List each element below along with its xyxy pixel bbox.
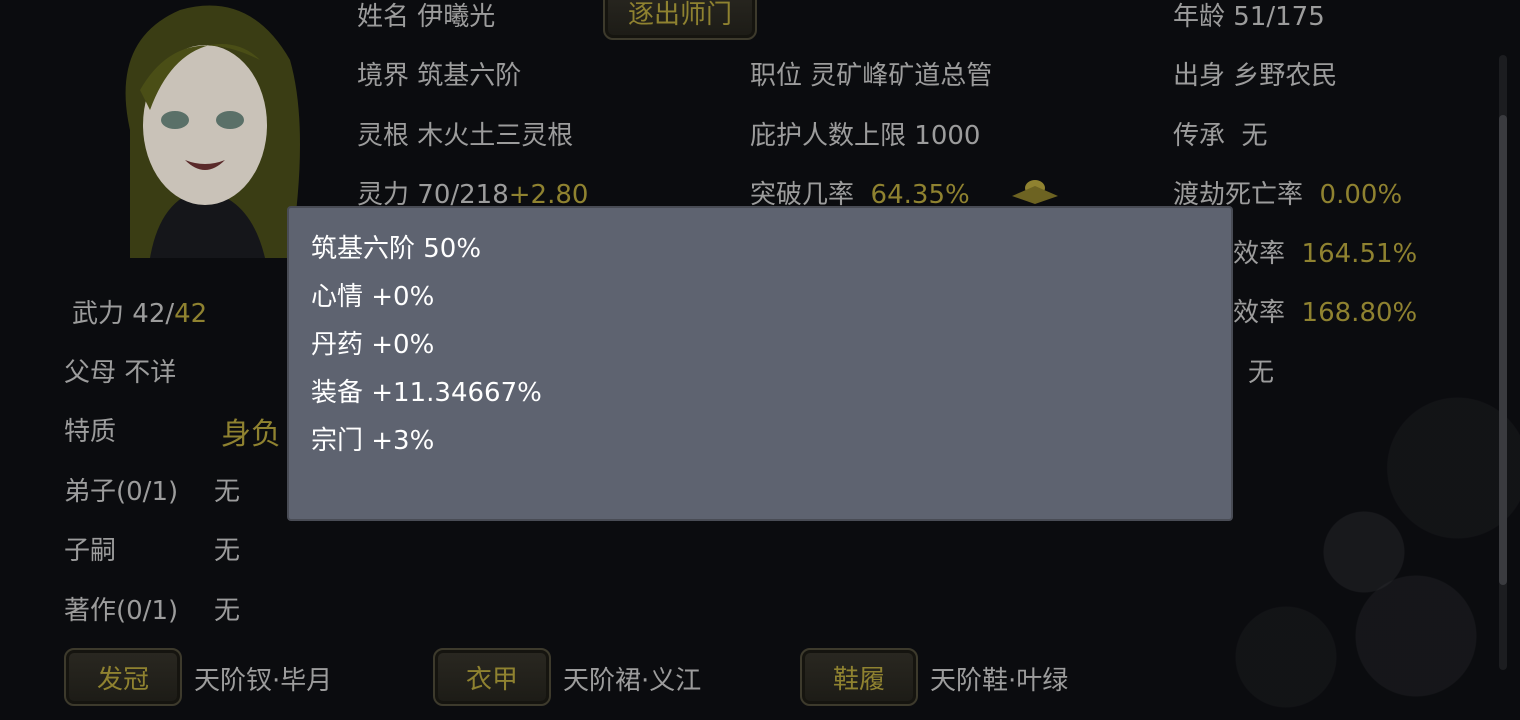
protect-row: 庇护人数上限 1000	[750, 115, 980, 152]
character-portrait	[90, 0, 320, 258]
position-value: 灵矿峰矿道总管	[810, 61, 993, 91]
inherit-label: 传承	[1173, 121, 1226, 151]
realm-row: 境界 筑基六阶	[357, 55, 521, 92]
trait-value[interactable]: 身负	[221, 409, 281, 453]
force-max: 42	[174, 299, 208, 329]
protect-value: 1000	[914, 121, 981, 151]
realm-value: 筑基六阶	[417, 61, 522, 91]
efficiency1-row: 效率 164.51%	[1233, 233, 1417, 270]
root-row: 灵根 木火土三灵根	[357, 115, 573, 152]
origin-row: 出身 乡野农民	[1173, 55, 1337, 92]
root-value: 木火土三灵根	[417, 121, 574, 151]
equip-item-hair[interactable]: 天阶钗·毕月	[194, 660, 332, 697]
parents-value: 不详	[124, 358, 177, 388]
name-label: 姓名	[357, 2, 410, 32]
equip-slot-shoes-button[interactable]: 鞋履	[800, 648, 918, 706]
breakthrough-info-icon[interactable]	[1010, 176, 1060, 206]
origin-label: 出身	[1173, 61, 1226, 91]
heirs-value: 无	[214, 536, 241, 566]
other-value: 无	[1248, 358, 1275, 388]
equip-item-shoes[interactable]: 天阶鞋·叶绿	[930, 660, 1068, 697]
force-current: 42	[132, 299, 166, 329]
efficiency2-row: 效率 168.80%	[1233, 292, 1417, 329]
trait-label: 特质	[64, 417, 117, 447]
protect-label: 庇护人数上限	[750, 121, 907, 151]
efficiency2-label: 效率	[1233, 298, 1286, 328]
popup-line-pill: 丹药 +0%	[311, 330, 435, 360]
efficiency2-value: 168.80%	[1301, 298, 1418, 328]
age-row: 年龄 51/175	[1173, 0, 1325, 33]
popup-line-mood: 心情 +0%	[311, 282, 435, 312]
efficiency1-value: 164.51%	[1301, 239, 1418, 269]
popup-line-equipment: 装备 +11.34667%	[311, 378, 542, 408]
age-label: 年龄	[1173, 2, 1226, 32]
expel-button[interactable]: 逐出师门	[603, 0, 757, 40]
age-value: 51/175	[1233, 2, 1325, 32]
equip-slot-armor-button[interactable]: 衣甲	[433, 648, 551, 706]
scrollbar-thumb[interactable]	[1499, 115, 1507, 585]
popup-line-sect: 宗门 +3%	[311, 426, 435, 456]
position-label: 职位	[750, 61, 803, 91]
disciples-label: 弟子(0/1)	[64, 477, 179, 507]
popup-line-realm: 筑基六阶 50%	[311, 234, 482, 264]
name-row: 姓名 伊曦光	[357, 0, 495, 33]
origin-value: 乡野农民	[1233, 61, 1338, 91]
tribulation-value: 0.00%	[1319, 180, 1403, 210]
inherit-row: 传承 无	[1173, 115, 1268, 152]
heirs-label: 子嗣	[64, 536, 117, 566]
equip-slot-hair-button[interactable]: 发冠	[64, 648, 182, 706]
scrollbar[interactable]	[1499, 55, 1507, 670]
equip-item-armor[interactable]: 天阶裙·义江	[563, 660, 701, 697]
force-label: 武力	[72, 299, 125, 329]
parents-row: 父母 不详	[64, 352, 176, 389]
works-label: 著作(0/1)	[64, 596, 179, 626]
disciples-value: 无	[214, 477, 241, 507]
works-value: 无	[214, 596, 241, 626]
inherit-value: 无	[1241, 121, 1268, 151]
efficiency1-label: 效率	[1233, 239, 1286, 269]
name-value: 伊曦光	[417, 2, 496, 32]
parents-label: 父母	[64, 358, 117, 388]
breakthrough-detail-popup[interactable]: 筑基六阶 50% 心情 +0% 丹药 +0% 装备 +11.34667% 宗门 …	[287, 206, 1233, 521]
realm-label: 境界	[357, 61, 410, 91]
root-label: 灵根	[357, 121, 410, 151]
force-row: 武力 42/42	[72, 299, 208, 329]
position-row: 职位 灵矿峰矿道总管	[750, 55, 992, 92]
